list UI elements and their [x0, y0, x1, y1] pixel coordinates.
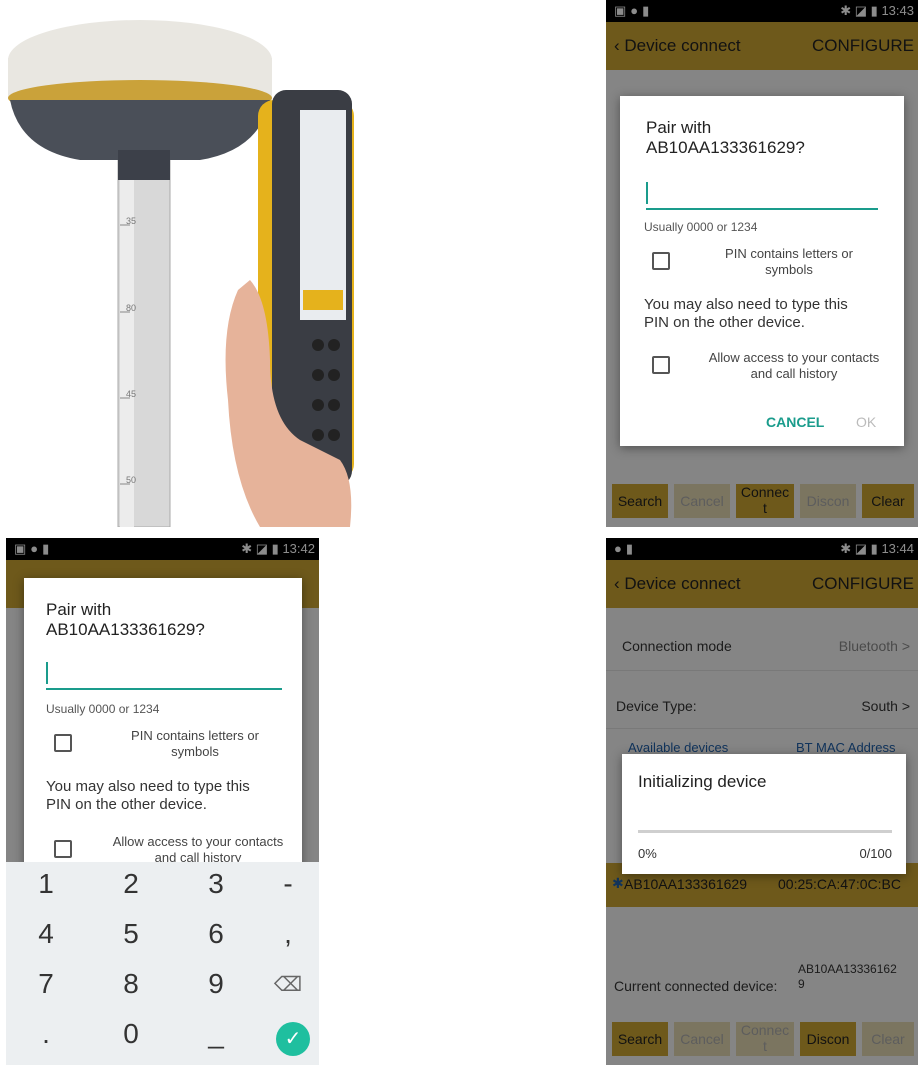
pole-mark: 50	[126, 475, 137, 485]
dialog-message: You may also need to type this PIN on th…	[644, 296, 848, 331]
backspace-icon[interactable]: ⌫	[258, 972, 318, 997]
pin-hint: Usually 0000 or 1234	[46, 702, 160, 716]
dialog-title: Pair with AB10AA133361629?	[646, 118, 805, 157]
text-cursor	[646, 182, 648, 204]
pin-hint: Usually 0000 or 1234	[644, 220, 758, 234]
checkbox-label: Allow access to your contacts and call h…	[708, 350, 880, 381]
pole-mark: 45	[126, 389, 137, 399]
screen-initializing: ●▮ ✱ ◪ ▮ 13:44 ‹ Device connect CONFIGUR…	[606, 538, 918, 1065]
pin-input[interactable]	[646, 208, 878, 210]
progress-percent: 0%	[638, 846, 657, 861]
gnss-receiver-illustration	[8, 20, 354, 528]
key-5[interactable]: 5	[101, 918, 161, 950]
pair-dialog: Pair with AB10AA133361629? Usually 0000 …	[24, 578, 302, 878]
screen-pairing-keypad: ▣●▮ ✱ ◪ ▮ 13:42 Pair with AB10AA13336162…	[6, 538, 319, 1065]
key-8[interactable]: 8	[101, 968, 161, 1000]
text-cursor	[46, 662, 48, 684]
space-key[interactable]: _	[186, 1018, 246, 1050]
key-7[interactable]: 7	[16, 968, 76, 1000]
pin-input[interactable]	[46, 688, 282, 690]
checkbox-label: PIN contains letters or symbols	[725, 246, 853, 277]
pair-dialog: Pair with AB10AA133361629? Usually 0000 …	[620, 96, 904, 446]
device-photo: 35 80 45 50	[0, 0, 375, 528]
progress-track	[638, 830, 892, 833]
letters-symbols-checkbox[interactable]	[54, 734, 72, 752]
key-dash[interactable]: -	[258, 868, 318, 900]
key-6[interactable]: 6	[186, 918, 246, 950]
dialog-ok-button[interactable]: OK	[856, 414, 876, 430]
dialog-message: You may also need to type this PIN on th…	[46, 778, 250, 813]
pole-mark: 80	[126, 303, 137, 313]
contacts-access-checkbox[interactable]	[652, 356, 670, 374]
key-3[interactable]: 3	[186, 868, 246, 900]
checkbox-label: PIN contains letters or symbols	[131, 728, 259, 759]
done-check-icon[interactable]: ✓	[276, 1022, 310, 1056]
key-dot[interactable]: .	[16, 1018, 76, 1050]
dialog-title: Pair with AB10AA133361629?	[46, 600, 205, 639]
dialog-cancel-button[interactable]: CANCEL	[766, 414, 824, 430]
key-4[interactable]: 4	[16, 918, 76, 950]
key-9[interactable]: 9	[186, 968, 246, 1000]
key-comma[interactable]: ,	[258, 918, 318, 950]
pole-mark: 35	[126, 216, 137, 226]
key-0[interactable]: 0	[101, 1018, 161, 1050]
contacts-access-checkbox[interactable]	[54, 840, 72, 858]
numeric-keypad: 1 2 3 - 4 5 6 , 7 8 9 ⌫ . 0 _ ✓	[6, 862, 319, 1065]
letters-symbols-checkbox[interactable]	[652, 252, 670, 270]
screen-pairing-dialog: ▣●▮ ✱ ◪ ▮ 13:43 ‹ Device connect CONFIGU…	[606, 0, 918, 527]
progress-dialog: Initializing device 0% 0/100	[622, 754, 906, 874]
key-2[interactable]: 2	[101, 868, 161, 900]
progress-count: 0/100	[859, 846, 892, 861]
progress-title: Initializing device	[638, 772, 767, 791]
key-1[interactable]: 1	[16, 868, 76, 900]
